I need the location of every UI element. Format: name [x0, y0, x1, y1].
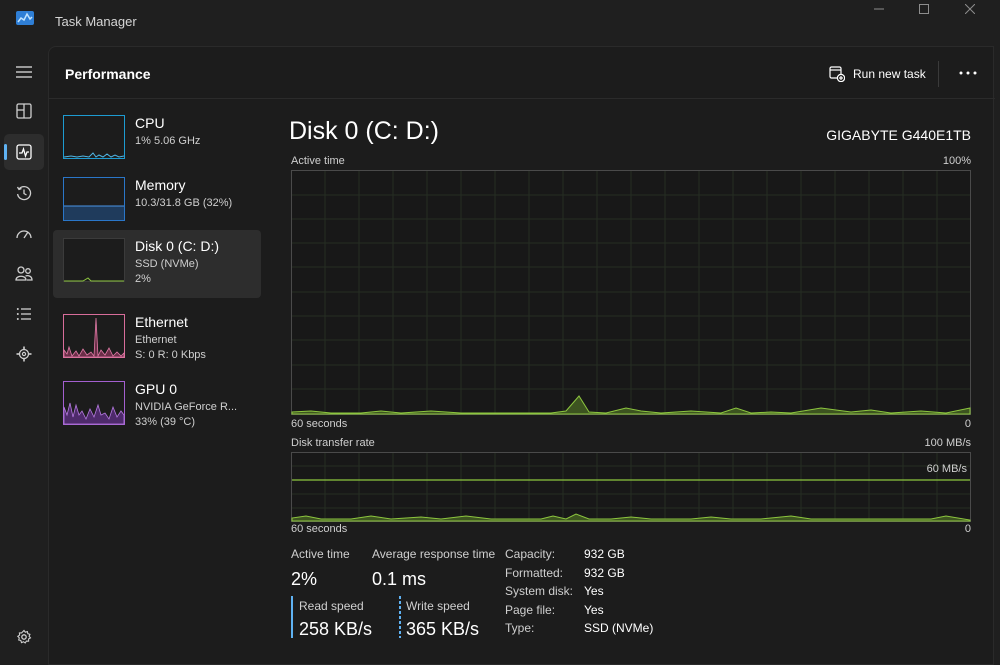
active-indicator: [4, 144, 7, 160]
transfer-rate-chart: [291, 452, 971, 522]
details-icon: [16, 308, 31, 320]
page-title: Performance: [65, 66, 151, 82]
active-time-stat-value: 2%: [291, 569, 318, 589]
device-name: Disk 0 (C: D:): [135, 238, 219, 254]
nav-startup-apps[interactable]: [4, 215, 44, 251]
nav-app-history[interactable]: [4, 175, 44, 211]
run-new-task-label: Run new task: [853, 67, 926, 81]
transfer-rate-x-left: 60 seconds: [291, 523, 348, 535]
services-icon: [16, 346, 32, 362]
memory-thumbnail: [63, 177, 125, 221]
nav-details[interactable]: [4, 296, 44, 332]
device-detail-2: 2%: [135, 273, 151, 285]
device-name: Memory: [135, 177, 186, 193]
device-detail: SSD (NVMe): [135, 258, 199, 270]
device-item-ethernet[interactable]: Ethernet Ethernet S: 0 R: 0 Kbps: [53, 306, 261, 374]
minimize-icon: [874, 8, 884, 10]
active-time-chart-max: 100%: [942, 155, 971, 167]
type-key: Type:: [505, 621, 535, 635]
device-name: GPU 0: [135, 381, 178, 397]
gpu-thumbnail: [63, 381, 125, 425]
page-file-key: Page file:: [505, 603, 556, 617]
transfer-rate-x-right: 0: [964, 523, 971, 535]
system-disk-value: Yes: [584, 584, 604, 598]
read-speed-label: Read speed: [299, 599, 364, 613]
device-detail-2: S: 0 R: 0 Kbps: [135, 349, 206, 361]
cpu-thumbnail: [63, 115, 125, 159]
nav-settings[interactable]: [4, 619, 44, 655]
more-options-button[interactable]: [955, 61, 981, 85]
settings-gear-icon: [16, 629, 32, 644]
device-item-cpu[interactable]: CPU 1% 5.06 GHz: [53, 107, 261, 175]
read-speed-value: 258 KB/s: [299, 619, 373, 639]
capacity-value: 932 GB: [584, 547, 625, 561]
device-item-memory[interactable]: Memory 10.3/31.8 GB (32%): [53, 169, 261, 237]
close-icon: [964, 3, 976, 15]
system-disk-key: System disk:: [505, 584, 574, 598]
device-detail: NVIDIA GeForce R...: [135, 401, 238, 413]
formatted-key: Formatted:: [505, 566, 564, 580]
nav-menu-button[interactable]: [4, 54, 44, 90]
performance-icon: [16, 144, 32, 160]
nav-users[interactable]: [4, 255, 44, 291]
page-header: Performance Run new task: [49, 47, 995, 99]
content-panel: Performance Run new task CPU 1% 5.06 GHz…: [48, 46, 995, 665]
device-item-gpu-0[interactable]: GPU 0 NVIDIA GeForce R... 33% (39 °C): [53, 373, 261, 441]
active-time-x-left: 60 seconds: [291, 418, 348, 430]
device-detail: 10.3/31.8 GB (32%): [135, 197, 233, 209]
device-name: Ethernet: [135, 314, 188, 330]
transfer-rate-chart-max: 100 MB/s: [924, 437, 971, 449]
active-time-stat-label: Active time: [291, 547, 350, 561]
task-manager-app-icon: [16, 11, 34, 25]
hamburger-menu-icon: [16, 66, 32, 78]
ethernet-thumbnail: [63, 314, 125, 358]
more-dots-icon: [959, 71, 977, 75]
device-list: CPU 1% 5.06 GHz Memory 10.3/31.8 GB (32%…: [53, 107, 261, 441]
nav-services[interactable]: [4, 336, 44, 372]
write-speed-label: Write speed: [406, 599, 470, 613]
run-new-task-button[interactable]: Run new task: [829, 63, 926, 85]
transfer-rate-chart-label: Disk transfer rate: [291, 437, 375, 449]
device-detail-2: 33% (39 °C): [135, 416, 196, 428]
write-speed-value: 365 KB/s: [406, 619, 480, 639]
formatted-value: 932 GB: [584, 566, 625, 580]
startup-apps-icon: [16, 230, 32, 239]
active-time-chart: [291, 170, 971, 415]
device-detail: Ethernet: [135, 334, 177, 346]
page-file-value: Yes: [584, 603, 604, 617]
type-value: SSD (NVMe): [584, 621, 654, 635]
minimize-button[interactable]: [856, 0, 902, 22]
run-task-icon: [829, 66, 845, 82]
active-time-x-right: 0: [964, 418, 971, 430]
transfer-rate-marker-label: 60 MB/s: [926, 463, 967, 475]
read-speed-indicator: [291, 596, 293, 638]
app-history-icon: [16, 185, 32, 201]
device-name: CPU: [135, 115, 165, 131]
avg-response-label: Average response time: [372, 547, 496, 561]
window-title: Task Manager: [55, 14, 137, 29]
device-item-disk-0[interactable]: Disk 0 (C: D:) SSD (NVMe) 2%: [53, 230, 261, 298]
device-detail: 1% 5.06 GHz: [135, 135, 201, 147]
disk-thumbnail: [63, 238, 125, 282]
avg-response-value: 0.1 ms: [372, 569, 427, 589]
disk-detail-panel: Disk 0 (C: D:) GIGABYTE G440E1TB Active …: [287, 107, 971, 665]
capacity-key: Capacity:: [505, 547, 556, 561]
write-speed-indicator: [399, 596, 401, 638]
maximize-icon: [919, 4, 929, 14]
nav-processes[interactable]: [4, 93, 44, 129]
header-separator: [938, 61, 939, 87]
close-button[interactable]: [947, 0, 993, 22]
navigation-rail: [0, 44, 48, 665]
nav-performance[interactable]: [4, 134, 44, 170]
disk-model: GIGABYTE G440E1TB: [826, 127, 971, 143]
users-icon: [15, 266, 33, 281]
active-time-chart-label: Active time: [291, 155, 345, 167]
disk-title: Disk 0 (C: D:): [289, 117, 439, 145]
maximize-button[interactable]: [901, 0, 947, 22]
title-bar: Task Manager: [0, 0, 1000, 44]
processes-icon: [16, 103, 32, 119]
